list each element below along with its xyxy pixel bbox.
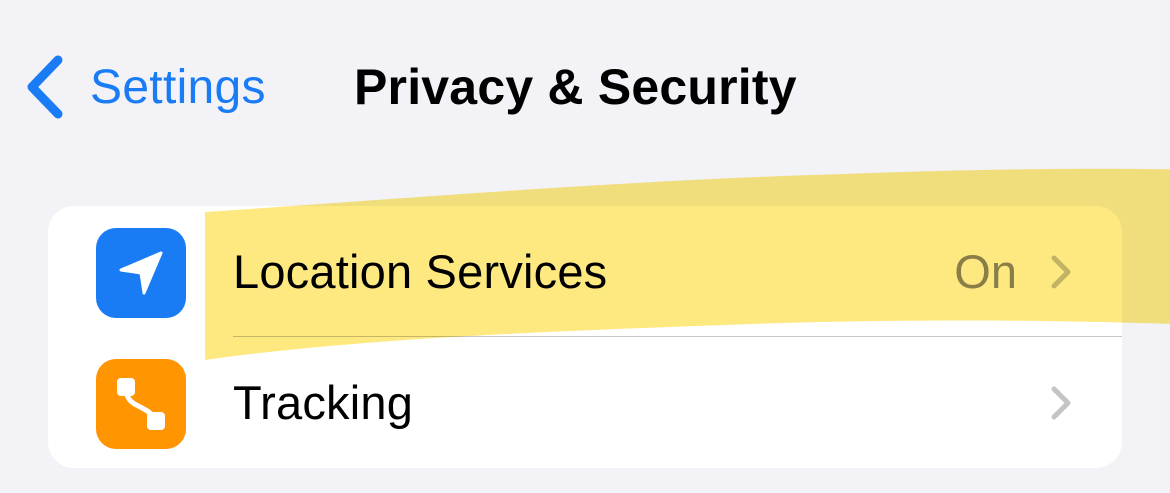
- settings-list: Location Services On Tracking: [48, 206, 1122, 468]
- chevron-right-icon: [1048, 252, 1074, 292]
- page-title: Privacy & Security: [354, 59, 797, 115]
- navigation-bar: Settings Privacy & Security: [0, 0, 1170, 175]
- list-item-location-services[interactable]: Location Services On: [48, 206, 1122, 337]
- location-arrow-icon: [96, 228, 186, 318]
- status-value: On: [954, 245, 1017, 298]
- chevron-left-icon: [24, 52, 68, 122]
- back-button[interactable]: Settings: [24, 52, 266, 122]
- back-button-label: Settings: [90, 60, 266, 114]
- list-item-label: Location Services: [233, 245, 608, 298]
- tracking-icon: [96, 359, 186, 449]
- chevron-right-icon: [1048, 383, 1074, 423]
- list-item-tracking[interactable]: Tracking: [48, 337, 1122, 468]
- list-item-label: Tracking: [233, 376, 414, 429]
